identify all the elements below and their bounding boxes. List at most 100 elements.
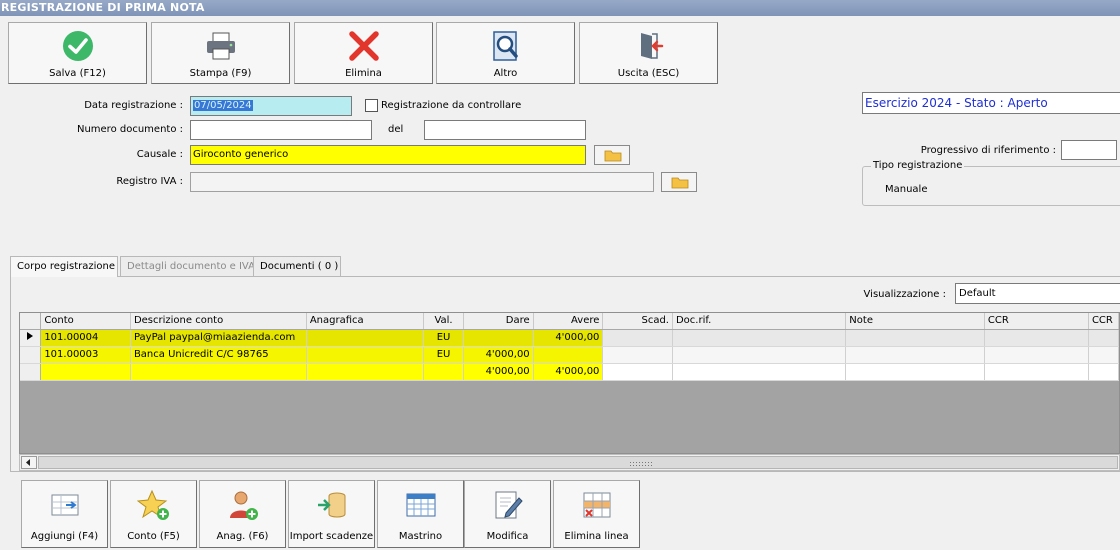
registration-grid[interactable]: Conto Descrizione conto Anagrafica Val. … <box>19 312 1120 454</box>
registro-iva-label: Registro IVA : <box>116 176 183 187</box>
altro-button[interactable]: Altro <box>436 22 575 84</box>
cell-conto[interactable] <box>40 363 131 381</box>
uscita-button[interactable]: Uscita (ESC) <box>579 22 718 84</box>
folder-icon <box>671 177 689 189</box>
col-scadenza[interactable]: Scad. <box>602 313 673 330</box>
cell-scadenza[interactable] <box>602 363 673 381</box>
elimina-label: Elimina <box>345 68 382 79</box>
conto-button[interactable]: Conto (F5) <box>110 480 197 548</box>
col-conto[interactable]: Conto <box>40 313 131 330</box>
data-registrazione-label: Data registrazione : <box>84 100 183 111</box>
progressivo-input[interactable] <box>1061 140 1117 160</box>
cell-doc-rif[interactable] <box>672 346 847 364</box>
cell-avere[interactable]: 4'000,00 <box>533 329 604 347</box>
data-registrazione-value: 07/05/2024 <box>193 100 253 111</box>
mastrino-button[interactable]: Mastrino <box>377 480 464 548</box>
cell-anagrafica[interactable] <box>306 363 425 381</box>
causale-input[interactable]: Giroconto generico <box>190 145 586 165</box>
cell-conto[interactable]: 101.00003 <box>40 346 131 364</box>
cell-valuta[interactable]: EU <box>423 346 464 364</box>
elimina-button[interactable]: Elimina <box>294 22 433 84</box>
printer-icon <box>206 32 235 60</box>
table-row[interactable]: 101.00004 PayPal paypal@miaazienda.com E… <box>20 329 1119 347</box>
del-date-input[interactable] <box>424 120 586 140</box>
cell-avere[interactable] <box>533 346 604 364</box>
add-row-icon <box>51 494 78 516</box>
current-row-indicator <box>20 329 42 347</box>
modifica-label: Modifica <box>486 531 529 542</box>
scrollbar-grip <box>629 461 653 466</box>
elimina-linea-button[interactable]: Elimina linea <box>553 480 640 548</box>
totals-row[interactable]: 4'000,00 4'000,00 <box>20 363 1119 381</box>
cell-conto[interactable]: 101.00004 <box>40 329 131 347</box>
cell-ccr-2[interactable] <box>1088 363 1119 381</box>
tipo-registrazione-value: Manuale <box>885 184 928 195</box>
tab-documenti[interactable]: Documenti ( 0 ) <box>253 256 341 276</box>
cell-scadenza[interactable] <box>602 346 673 364</box>
star-add-icon <box>136 489 169 520</box>
col-avere[interactable]: Avere <box>533 313 604 330</box>
import-db-icon <box>317 492 345 518</box>
col-descrizione-conto[interactable]: Descrizione conto <box>130 313 307 330</box>
cell-ccr[interactable] <box>984 329 1089 347</box>
altro-label: Altro <box>493 68 518 79</box>
visualizzazione-label: Visualizzazione : <box>863 289 946 300</box>
window-title: REGISTRAZIONE DI PRIMA NOTA <box>0 0 1120 16</box>
cell-descrizione[interactable]: PayPal paypal@miaazienda.com <box>130 329 307 347</box>
grid-header-row: Conto Descrizione conto Anagrafica Val. … <box>20 313 1119 330</box>
causale-browse-button[interactable] <box>594 145 630 165</box>
col-ccr-2[interactable]: CCR <box>1088 313 1119 330</box>
da-controllare-checkbox[interactable] <box>365 99 378 112</box>
cell-note[interactable] <box>845 346 985 364</box>
stampa-button[interactable]: Stampa (F9) <box>151 22 290 84</box>
col-anagrafica[interactable]: Anagrafica <box>306 313 425 330</box>
col-dare[interactable]: Dare <box>463 313 534 330</box>
table-row[interactable]: 101.00003 Banca Unicredit C/C 98765 EU 4… <box>20 346 1119 364</box>
registro-iva-input[interactable] <box>190 172 654 192</box>
causale-label: Causale : <box>136 149 183 160</box>
row-header <box>20 346 42 364</box>
mastrino-label: Mastrino <box>398 531 443 542</box>
cell-ccr[interactable] <box>984 346 1089 364</box>
cell-ccr[interactable] <box>984 363 1089 381</box>
cell-descrizione[interactable] <box>130 363 307 381</box>
col-doc-rif[interactable]: Doc.rif. <box>672 313 847 330</box>
col-ccr[interactable]: CCR <box>984 313 1089 330</box>
numero-documento-label: Numero documento : <box>76 124 183 135</box>
grid-horizontal-scrollbar[interactable] <box>19 454 1120 471</box>
salva-button[interactable]: Salva (F12) <box>8 22 147 84</box>
registro-iva-browse-button[interactable] <box>661 172 697 192</box>
col-valuta[interactable]: Val. <box>423 313 464 330</box>
visualizzazione-select[interactable]: Default <box>955 283 1120 304</box>
cell-anagrafica[interactable] <box>306 329 425 347</box>
aggiungi-button[interactable]: Aggiungi (F4) <box>21 480 108 548</box>
tab-dettagli-documento[interactable]: Dettagli documento e IVA <box>120 256 260 276</box>
del-label: del <box>388 124 404 135</box>
scrollbar-thumb[interactable] <box>38 456 1118 469</box>
cell-ccr-2[interactable] <box>1088 346 1119 364</box>
aggiungi-label: Aggiungi (F4) <box>30 531 99 542</box>
cell-valuta[interactable] <box>423 363 464 381</box>
cell-valuta[interactable]: EU <box>423 329 464 347</box>
cell-anagrafica[interactable] <box>306 346 425 364</box>
cell-dare[interactable] <box>463 329 534 347</box>
cell-dare[interactable]: 4'000,00 <box>463 346 534 364</box>
user-add-icon <box>229 491 258 520</box>
cell-descrizione[interactable]: Banca Unicredit C/C 98765 <box>130 346 307 364</box>
anagrafica-button[interactable]: Anag. (F6) <box>199 480 286 548</box>
cell-scadenza[interactable] <box>602 329 673 347</box>
ledger-icon <box>406 493 435 517</box>
col-note[interactable]: Note <box>845 313 985 330</box>
cell-ccr-2[interactable] <box>1088 329 1119 347</box>
modifica-button[interactable]: Modifica <box>464 480 551 548</box>
tab-corpo-registrazione[interactable]: Corpo registrazione <box>10 256 118 277</box>
import-scadenze-button[interactable]: Import scadenze <box>288 480 375 548</box>
cell-note[interactable] <box>845 363 985 381</box>
data-registrazione-input[interactable]: 07/05/2024 <box>190 96 352 116</box>
cell-doc-rif[interactable] <box>672 329 847 347</box>
cell-doc-rif[interactable] <box>672 363 847 381</box>
scroll-left-button[interactable] <box>21 456 37 469</box>
numero-documento-input[interactable] <box>190 120 372 140</box>
cell-note[interactable] <box>845 329 985 347</box>
tipo-registrazione-label: Tipo registrazione <box>871 160 965 171</box>
